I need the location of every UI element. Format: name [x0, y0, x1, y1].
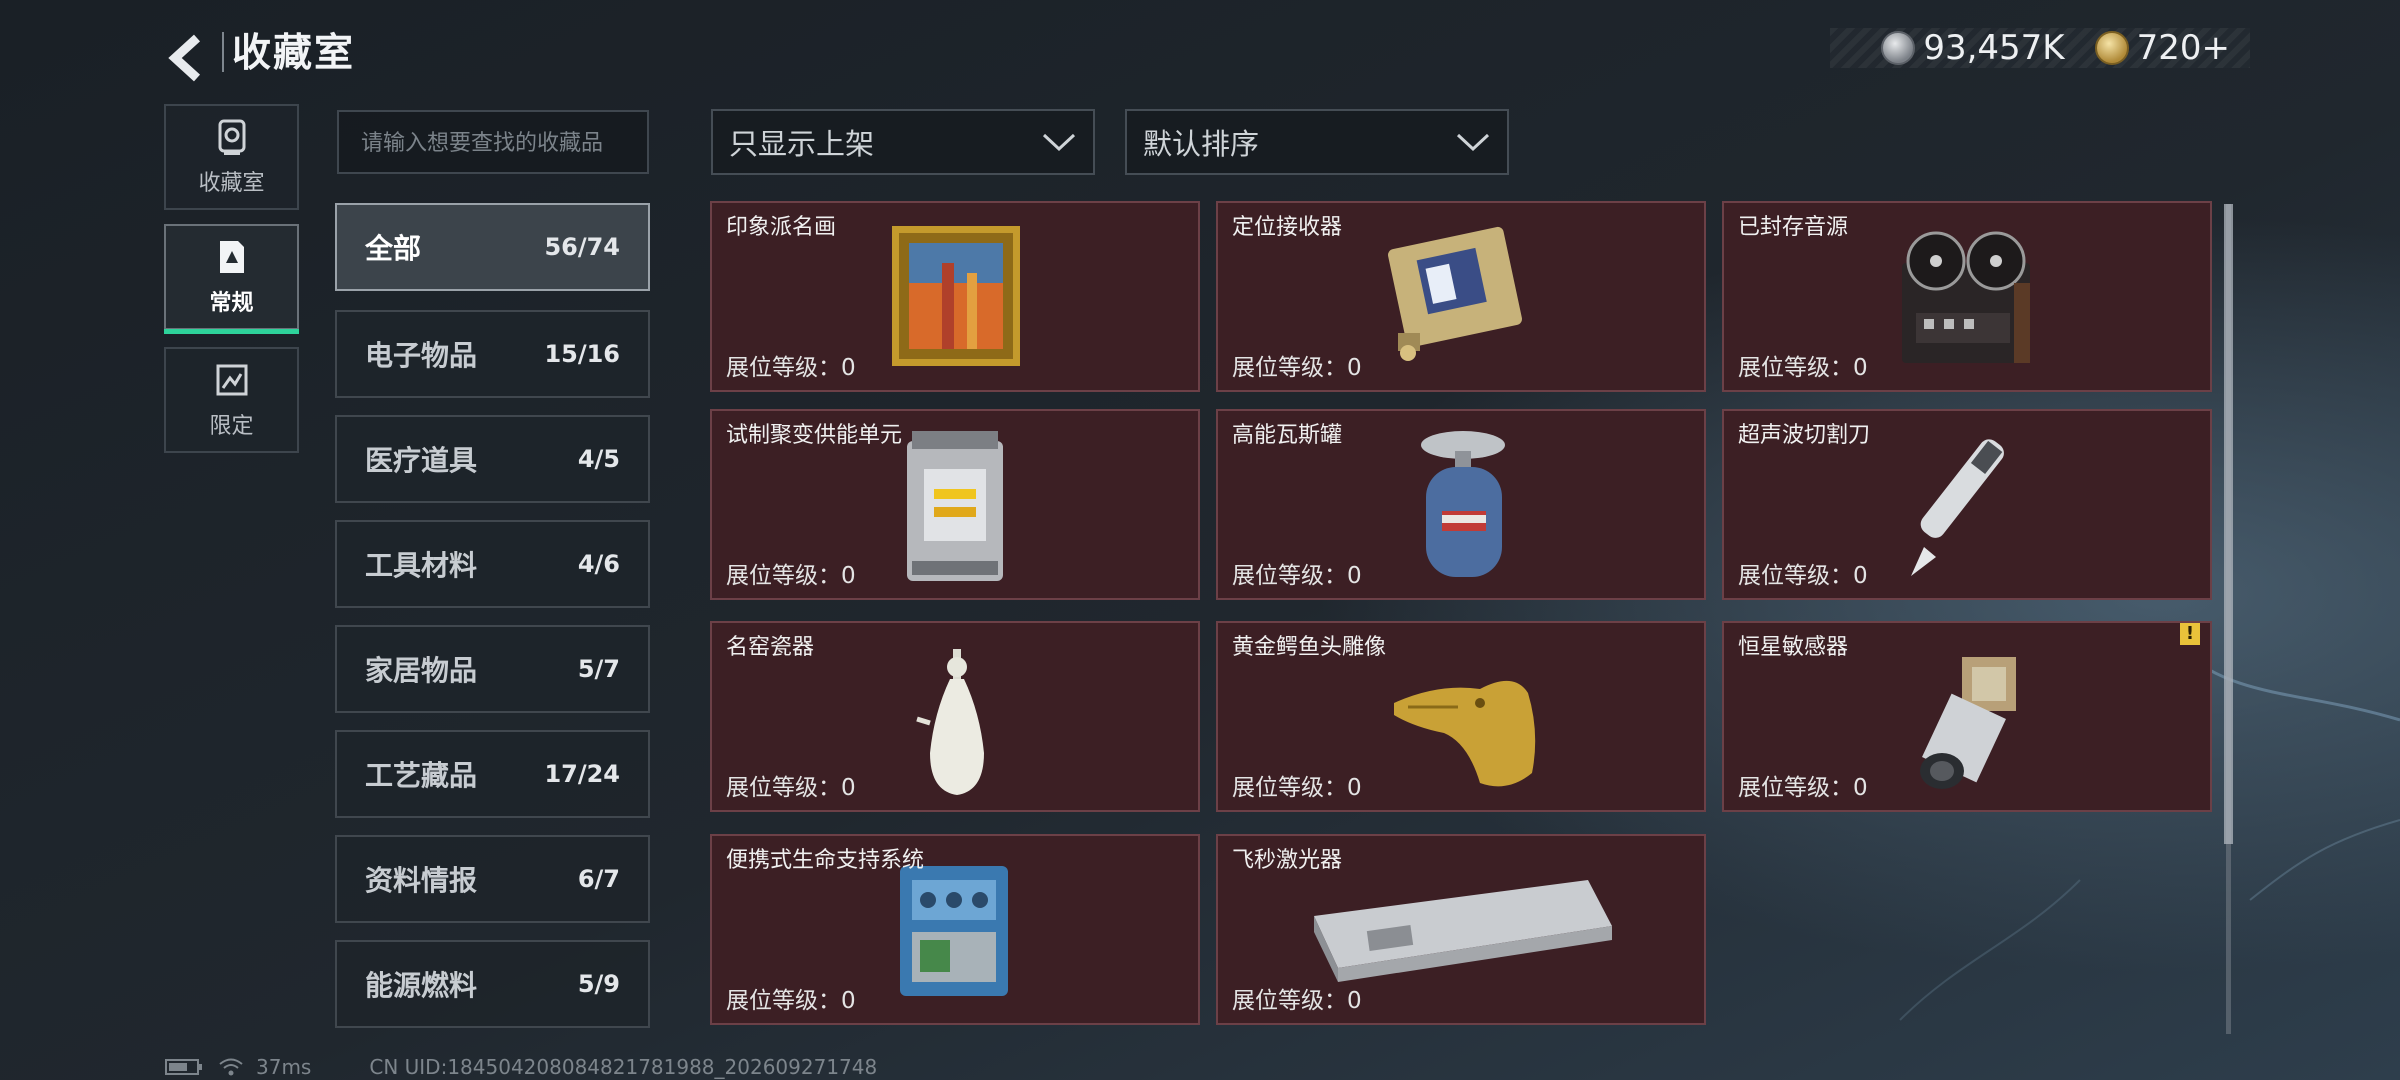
back-button[interactable]	[162, 26, 212, 90]
item-level: 展位等级：0	[1738, 775, 1868, 801]
category-all[interactable]: 全部 56/74	[335, 203, 650, 291]
item-card[interactable]: 恒星敏感器 展位等级：0 !	[1722, 621, 2212, 812]
silver-coin-icon	[1881, 31, 1916, 65]
item-name: 恒星敏感器	[1738, 635, 1849, 660]
category-count: 56/74	[544, 233, 620, 261]
limited-item-icon	[216, 364, 247, 396]
gold-currency-value: 720+	[2136, 28, 2230, 68]
regular-item-icon	[219, 241, 244, 273]
chevron-down-icon	[1456, 133, 1490, 152]
tab-label: 收藏室	[198, 171, 265, 196]
item-card[interactable]: 超声波切割刀 展位等级：0	[1722, 409, 2212, 600]
category-name: 医疗道具	[365, 444, 478, 477]
item-card[interactable]: 试制聚变供能单元 展位等级：0	[710, 409, 1200, 600]
category-name: 工具材料	[365, 549, 478, 582]
status-bar: 37ms CN UID:1845042080848217819​88_20260…	[164, 1055, 877, 1079]
category-intel[interactable]: 资料情报 6/7	[335, 835, 650, 923]
item-card[interactable]: 黄金鳄鱼头雕像 展位等级：0	[1216, 621, 1706, 812]
item-level: 展位等级：0	[726, 988, 856, 1014]
item-card[interactable]: 印象派名画 展位等级：0	[710, 201, 1200, 392]
item-level: 展位等级：0	[1232, 775, 1362, 801]
item-level: 展位等级：0	[1232, 563, 1362, 589]
category-crafts[interactable]: 工艺藏品 17/24	[335, 730, 650, 818]
search-box[interactable]	[337, 110, 649, 174]
category-count: 15/16	[544, 340, 620, 368]
category-count: 5/9	[577, 970, 620, 998]
category-name: 工艺藏品	[365, 759, 478, 792]
item-name: 名窑瓷器	[726, 635, 815, 660]
category-count: 4/5	[577, 445, 620, 473]
dropdown-value: 只显示上架	[729, 127, 875, 161]
item-level: 展位等级：0	[726, 775, 856, 801]
category-medical[interactable]: 医疗道具 4/5	[335, 415, 650, 503]
item-name: 高能瓦斯罐	[1232, 423, 1343, 448]
item-name: 飞秒激光器	[1232, 848, 1343, 873]
category-energy[interactable]: 能源燃料 5/9	[335, 940, 650, 1028]
category-name: 家居物品	[365, 654, 478, 687]
search-input[interactable]	[359, 112, 631, 174]
item-card[interactable]: 名窑瓷器 展位等级：0	[710, 621, 1200, 812]
item-level: 展位等级：0	[1232, 988, 1362, 1014]
item-name: 黄金鳄鱼头雕像	[1232, 635, 1387, 660]
wifi-icon	[219, 1058, 243, 1076]
category-count: 17/24	[544, 760, 620, 788]
chevron-down-icon	[1042, 133, 1076, 152]
tab-label: 限定	[209, 414, 254, 439]
item-level: 展位等级：0	[1232, 355, 1362, 381]
back-arrow-icon	[168, 34, 201, 82]
sort-dropdown[interactable]: 默认排序	[1125, 109, 1509, 175]
category-name: 能源燃料	[365, 969, 478, 1002]
item-card[interactable]: 已封存音源 展位等级：0	[1722, 201, 2212, 392]
title-divider	[222, 32, 224, 72]
category-name: 全部	[365, 232, 422, 265]
item-level: 展位等级：0	[726, 563, 856, 589]
category-household[interactable]: 家居物品 5/7	[335, 625, 650, 713]
category-tools[interactable]: 工具材料 4/6	[335, 520, 650, 608]
uid-text: CN UID:1845042080848217819​88_2026092717…	[369, 1055, 878, 1079]
ping-value: 37ms	[256, 1055, 312, 1079]
category-name: 资料情报	[365, 864, 478, 897]
tab-regular[interactable]: 常规	[164, 224, 299, 334]
scrollbar-thumb[interactable]	[2224, 204, 2233, 844]
item-card[interactable]: 高能瓦斯罐 展位等级：0	[1216, 409, 1706, 600]
item-name: 便携式生命支持系统	[726, 848, 925, 873]
category-name: 电子物品	[365, 339, 478, 372]
category-electronics[interactable]: 电子物品 15/16	[335, 310, 650, 398]
gold-coin-icon	[2094, 31, 2129, 65]
item-card[interactable]: 便携式生命支持系统 展位等级：0	[710, 834, 1200, 1025]
item-name: 已封存音源	[1738, 215, 1849, 240]
shelf-filter-dropdown[interactable]: 只显示上架	[711, 109, 1095, 175]
tab-collection-room[interactable]: 收藏室	[164, 104, 299, 210]
tab-label: 常规	[209, 291, 254, 316]
page-title: 收藏室	[232, 31, 356, 76]
item-level: 展位等级：0	[1738, 563, 1868, 589]
item-name: 试制聚变供能单元	[726, 423, 903, 448]
silver-currency-value: 93,457K	[1923, 28, 2065, 68]
tab-limited[interactable]: 限定	[164, 347, 299, 453]
item-name: 超声波切割刀	[1738, 423, 1871, 448]
currency-bar: 93,457K 720+	[1830, 28, 2250, 68]
trophy-icon	[218, 119, 245, 155]
dropdown-value: 默认排序	[1143, 127, 1260, 161]
item-card[interactable]: 定位接收器 展位等级：0	[1216, 201, 1706, 392]
category-count: 4/6	[577, 550, 620, 578]
warning-badge-icon: !	[2180, 623, 2200, 645]
item-card[interactable]: 飞秒激光器 展位等级：0	[1216, 834, 1706, 1025]
item-level: 展位等级：0	[726, 355, 856, 381]
battery-icon	[165, 1059, 202, 1075]
item-name: 印象派名画	[726, 215, 837, 240]
item-level: 展位等级：0	[1738, 355, 1868, 381]
item-name: 定位接收器	[1232, 215, 1343, 240]
category-count: 5/7	[577, 655, 620, 683]
category-count: 6/7	[577, 865, 620, 893]
